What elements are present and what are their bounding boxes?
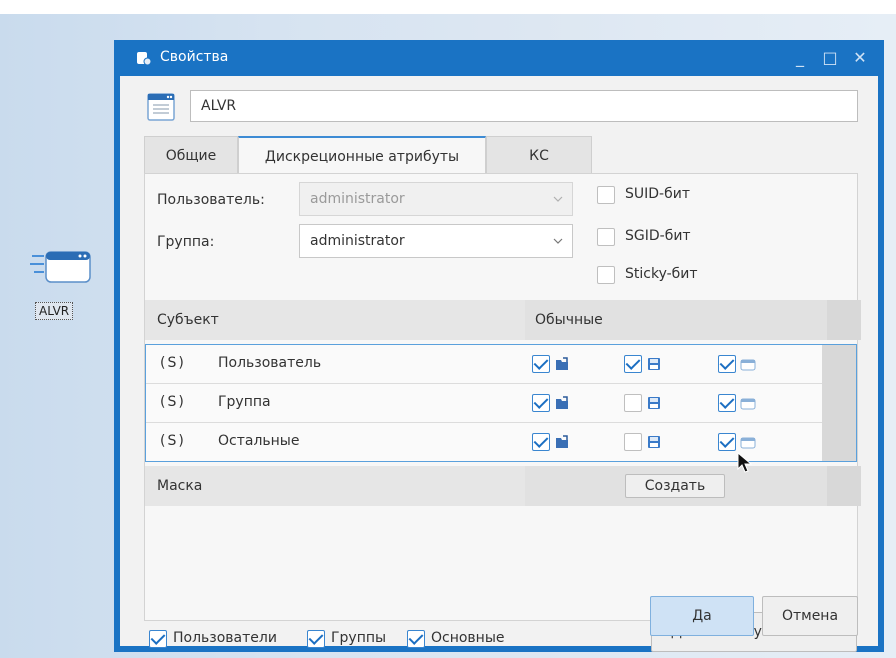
acl-table[interactable]: (S) Пользователь (S) Группа (S) Остальны…	[145, 344, 857, 462]
exec-icon	[740, 359, 756, 371]
minimize-button[interactable]: _	[788, 46, 812, 70]
desktop-shortcut-label[interactable]: ALVR	[35, 302, 74, 320]
tab-ks[interactable]: КС	[486, 136, 592, 174]
tab-general[interactable]: Общие	[144, 136, 238, 174]
tab-discretionary-attributes[interactable]: Дискреционные атрибуты	[238, 136, 486, 175]
filter-groups-checkbox[interactable]	[307, 630, 325, 648]
object-name-field[interactable]: ALVR	[190, 90, 858, 122]
table-row[interactable]: (S) Пользователь	[146, 345, 856, 384]
read-checkbox[interactable]	[532, 433, 550, 451]
header-normal-cell: Обычные	[525, 300, 827, 340]
read-icon	[556, 357, 568, 370]
write-icon	[648, 436, 660, 448]
read-icon	[556, 396, 568, 409]
exec-checkbox[interactable]	[718, 433, 736, 451]
header-subject: Субъект	[157, 312, 219, 328]
row-tag: (S)	[160, 394, 186, 410]
exec-checkbox[interactable]	[718, 394, 736, 412]
mask-label: Маска	[157, 478, 203, 494]
name-row: ALVR	[144, 90, 858, 124]
header-normal: Обычные	[535, 312, 603, 328]
window-title: Свойства	[160, 49, 229, 65]
write-icon	[648, 397, 660, 409]
maximize-button[interactable]: □	[818, 46, 842, 70]
user-label: Пользователь:	[157, 192, 265, 208]
row-name: Группа	[218, 394, 271, 410]
read-checkbox[interactable]	[532, 394, 550, 412]
sgid-label: SGID-бит	[625, 228, 691, 244]
mask-gutter	[827, 466, 861, 506]
row-name: Остальные	[218, 433, 300, 449]
write-checkbox[interactable]	[624, 394, 642, 412]
properties-window: Свойства _ □ ✕ ALVR Общие Дискреционные …	[114, 40, 884, 652]
read-icon	[556, 435, 568, 448]
user-combobox: administrator	[299, 182, 573, 216]
create-mask-button[interactable]: Создать	[625, 474, 725, 498]
group-combobox-value: administrator	[310, 233, 405, 249]
ok-button[interactable]: Да	[650, 596, 754, 636]
row-tag: (S)	[160, 433, 186, 449]
group-label: Группа:	[157, 234, 215, 250]
desktop-shortcut-icon[interactable]	[30, 246, 96, 286]
mask-cell: Создать	[525, 466, 827, 506]
group-combobox[interactable]: administrator	[299, 224, 573, 258]
filter-users-label: Пользователи	[173, 630, 277, 646]
sticky-label: Sticky-бит	[625, 266, 698, 282]
properties-icon	[137, 52, 152, 66]
table-header: Субъект Обычные	[145, 300, 861, 340]
suid-checkbox[interactable]	[597, 186, 615, 204]
filter-basic-checkbox[interactable]	[407, 630, 425, 648]
filter-groups-label: Группы	[331, 630, 387, 646]
chevron-down-icon	[553, 196, 563, 202]
write-checkbox[interactable]	[624, 355, 642, 373]
sgid-checkbox[interactable]	[597, 228, 615, 246]
discretionary-panel: Пользователь: administrator Группа: admi…	[144, 173, 861, 652]
window-titlebar[interactable]: Свойства _ □ ✕	[120, 40, 878, 76]
exec-icon	[740, 437, 756, 449]
write-checkbox[interactable]	[624, 433, 642, 451]
row-gutter	[822, 423, 856, 461]
exec-checkbox[interactable]	[718, 355, 736, 373]
application-icon	[147, 93, 175, 121]
mouse-cursor-icon	[737, 452, 753, 473]
dialog-content: ALVR Общие Дискреционные атрибуты КС Пол…	[120, 76, 878, 652]
read-checkbox[interactable]	[532, 355, 550, 373]
row-gutter	[822, 345, 856, 384]
filter-users-checkbox[interactable]	[149, 630, 167, 648]
chevron-down-icon	[553, 238, 563, 244]
suid-label: SUID-бит	[625, 186, 690, 202]
header-gutter	[827, 300, 861, 340]
user-combobox-value: administrator	[310, 191, 405, 207]
filter-basic-label: Основные	[431, 630, 505, 646]
row-tag: (S)	[160, 355, 186, 371]
row-name: Пользователь	[218, 355, 322, 371]
close-button[interactable]: ✕	[848, 46, 872, 70]
write-icon	[648, 358, 660, 370]
exec-icon	[740, 398, 756, 410]
row-gutter	[822, 384, 856, 423]
table-row[interactable]: (S) Группа	[146, 384, 856, 423]
cancel-button[interactable]: Отмена	[762, 596, 858, 636]
sticky-checkbox[interactable]	[597, 266, 615, 284]
